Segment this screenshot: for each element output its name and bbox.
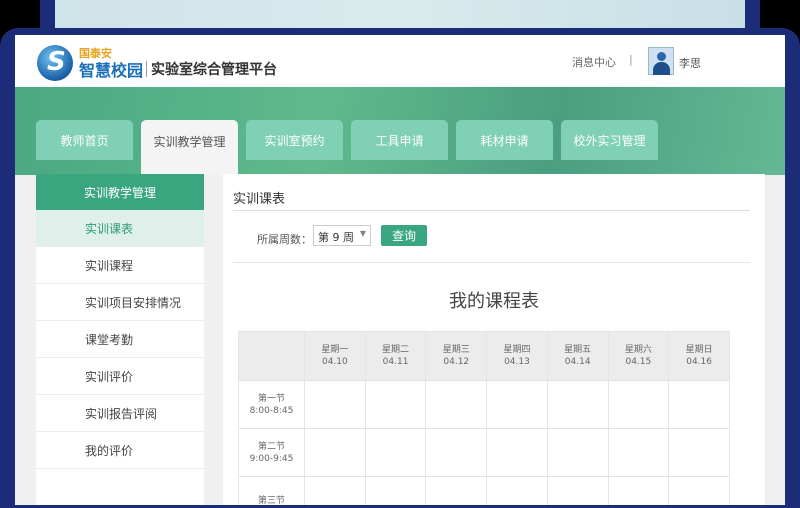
period-time: 8:00-8:45 xyxy=(249,405,294,416)
separator: | xyxy=(629,53,633,66)
brand-main: 智慧校园 xyxy=(79,61,144,80)
chevron-down-icon: ▼ xyxy=(359,229,366,238)
tab-training-management[interactable]: 实训教学管理 xyxy=(141,120,238,175)
period-name: 第二节 xyxy=(257,441,285,452)
day-date: 04.15 xyxy=(625,357,652,367)
messages-link[interactable]: 消息中心 xyxy=(572,54,616,70)
main-panel: 实训课表 所属周数： 第 9 周 ▼ 查询 我的课程表 星期一 04.10 星期二 04… xyxy=(223,174,765,505)
schedule-cell[interactable] xyxy=(668,428,730,477)
schedule-cell[interactable] xyxy=(546,380,609,429)
tab-tool-request[interactable]: 工具申请 xyxy=(351,120,448,160)
schedule-cell[interactable] xyxy=(546,428,609,477)
schedule-cell[interactable] xyxy=(425,476,488,505)
header: 国泰安 智慧校园 实验室综合管理平台 消息中心 | 李思 xyxy=(15,35,785,87)
day-name: 星期六 xyxy=(624,345,652,355)
schedule-cell[interactable] xyxy=(486,428,548,477)
schedule-cell[interactable] xyxy=(364,380,427,429)
tab-teacher-home[interactable]: 教师首页 xyxy=(36,120,133,160)
table-row: 第一节 8:00-8:45 xyxy=(238,380,730,429)
day-date: 04.14 xyxy=(564,357,591,367)
schedule-cell[interactable] xyxy=(546,476,609,505)
day-header: 星期五 04.14 xyxy=(546,331,609,381)
period-cell: 第一节 8:00-8:45 xyxy=(238,380,305,429)
divider xyxy=(233,210,750,211)
day-date: 04.11 xyxy=(382,357,409,367)
nav-band: 教师首页 实训教学管理 实训室预约 工具申请 耗材申请 校外实习管理 xyxy=(15,87,785,175)
schedule-title: 我的课程表 xyxy=(449,291,539,312)
divider xyxy=(146,61,147,77)
week-label: 所属周数： xyxy=(257,233,312,246)
day-header: 星期六 04.15 xyxy=(607,331,670,381)
day-date: 04.10 xyxy=(321,357,348,367)
period-time: 9:00-9:45 xyxy=(249,453,294,464)
logo-icon xyxy=(37,45,73,81)
panel-title: 实训课表 xyxy=(233,192,286,207)
tab-internship[interactable]: 校外实习管理 xyxy=(561,120,658,160)
schedule-cell[interactable] xyxy=(304,476,366,505)
day-name: 星期三 xyxy=(442,345,470,355)
schedule-cell[interactable] xyxy=(668,380,730,429)
avatar[interactable] xyxy=(648,47,674,75)
table-row: 第三节 xyxy=(238,476,730,505)
schedule-cell[interactable] xyxy=(486,476,548,505)
schedule-table: 星期一 04.10 星期二 04.11 星期三 04.12 星期四 04.13 星期五 04.14… xyxy=(238,331,730,505)
schedule-cell[interactable] xyxy=(486,380,548,429)
day-header: 星期三 04.12 xyxy=(425,331,488,381)
query-button[interactable]: 查询 xyxy=(381,225,427,246)
day-name: 星期五 xyxy=(564,345,592,355)
sidebar-item-projects[interactable]: 实训项目安排情况 xyxy=(36,284,204,321)
day-name: 星期一 xyxy=(321,345,349,355)
tab-lab-booking[interactable]: 实训室预约 xyxy=(246,120,343,160)
corner-cell xyxy=(238,331,305,381)
user-name[interactable]: 李思 xyxy=(679,55,701,71)
day-name: 星期二 xyxy=(382,345,410,355)
schedule-cell[interactable] xyxy=(304,428,366,477)
day-header: 星期一 04.10 xyxy=(304,331,366,381)
system-title: 实验室综合管理平台 xyxy=(151,62,277,78)
nav-tabs: 教师首页 实训教学管理 实训室预约 工具申请 耗材申请 校外实习管理 xyxy=(36,120,658,175)
schedule-cell[interactable] xyxy=(607,476,670,505)
sidebar-item-attendance[interactable]: 课堂考勤 xyxy=(36,321,204,358)
schedule-cell[interactable] xyxy=(364,476,427,505)
day-date: 04.12 xyxy=(443,357,470,367)
schedule-cell[interactable] xyxy=(607,428,670,477)
day-date: 04.16 xyxy=(686,357,712,367)
tab-supplies-request[interactable]: 耗材申请 xyxy=(456,120,553,160)
day-header: 星期四 04.13 xyxy=(486,331,548,381)
divider xyxy=(233,262,750,263)
schedule-cell[interactable] xyxy=(668,476,730,505)
sidebar: 实训教学管理 实训课表 实训课程 实训项目安排情况 课堂考勤 实训评价 实训报告… xyxy=(36,174,204,505)
schedule-cell[interactable] xyxy=(425,428,488,477)
day-header: 星期日 04.16 xyxy=(668,331,730,381)
sidebar-header: 实训教学管理 xyxy=(36,174,204,210)
app-window: 国泰安 智慧校园 实验室综合管理平台 消息中心 | 李思 教师首页 实训教学管理… xyxy=(15,35,785,505)
schedule-cell[interactable] xyxy=(304,380,366,429)
week-select[interactable]: 第 9 周 ▼ xyxy=(313,225,371,246)
schedule-cell[interactable] xyxy=(425,380,488,429)
day-header: 星期二 04.11 xyxy=(364,331,427,381)
period-cell: 第三节 xyxy=(238,476,305,505)
week-value: 第 9 周 xyxy=(318,231,354,244)
period-name: 第一节 xyxy=(257,393,285,404)
sidebar-item-report-review[interactable]: 实训报告评阅 xyxy=(36,395,204,432)
table-row: 第二节 9:00-9:45 xyxy=(238,428,730,477)
sidebar-item-my-evaluation[interactable]: 我的评价 xyxy=(36,432,204,469)
day-date: 04.13 xyxy=(504,357,530,367)
sidebar-item-courses[interactable]: 实训课程 xyxy=(36,247,204,284)
period-cell: 第二节 9:00-9:45 xyxy=(238,428,305,477)
schedule-cell[interactable] xyxy=(364,428,427,477)
sidebar-item-schedule[interactable]: 实训课表 xyxy=(36,210,204,247)
day-name: 星期四 xyxy=(503,345,531,355)
sidebar-item-evaluation[interactable]: 实训评价 xyxy=(36,358,204,395)
day-name: 星期日 xyxy=(685,345,713,355)
schedule-cell[interactable] xyxy=(607,380,670,429)
